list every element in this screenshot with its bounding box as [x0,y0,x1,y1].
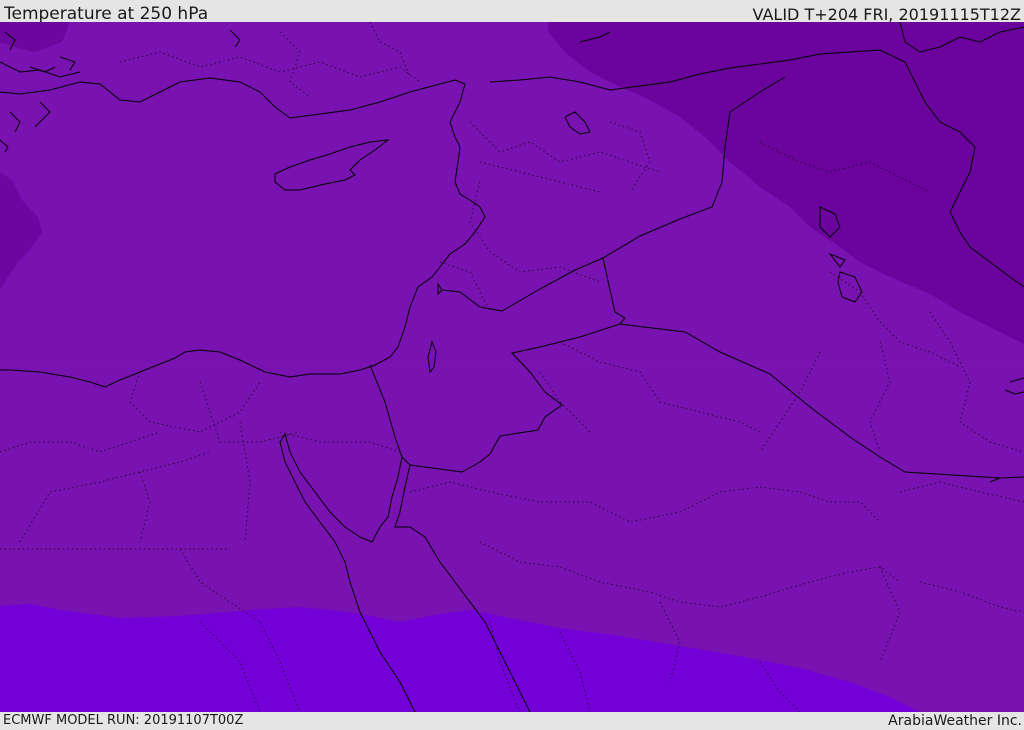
map-title: Temperature at 250 hPa [4,4,209,24]
weather-map[interactable] [0,22,1024,712]
header-bar: Temperature at 250 hPa VALID T+204 FRI, … [0,0,1024,24]
model-run-label: ECMWF MODEL RUN: 20191107T00Z [3,713,244,728]
credit-label: ArabiaWeather Inc. [888,713,1022,729]
footer-bar: ECMWF MODEL RUN: 20191107T00Z ArabiaWeat… [0,712,1024,729]
